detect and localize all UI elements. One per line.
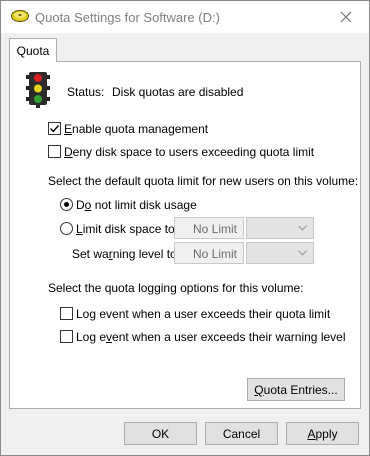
- warning-unit-combo[interactable]: [246, 242, 314, 264]
- no-limit-label[interactable]: Do not limit disk usage: [76, 198, 197, 212]
- warning-level-label: Set warning level to: [72, 247, 177, 261]
- quota-tab-panel: Status: Disk quotas are disabled Enable …: [9, 61, 361, 409]
- close-icon: [340, 11, 352, 23]
- warning-level-input[interactable]: No Limit: [174, 242, 244, 264]
- cancel-button[interactable]: Cancel: [205, 422, 278, 445]
- quota-settings-dialog: Quota Settings for Software (D:) Quota S…: [0, 0, 370, 456]
- quota-entries-button[interactable]: Quota Entries...: [247, 378, 345, 401]
- deny-space-checkbox[interactable]: [48, 145, 61, 158]
- log-limit-checkbox[interactable]: [60, 307, 73, 320]
- radio-selected-dot: [64, 202, 69, 207]
- logging-heading: Select the quota logging options for thi…: [48, 281, 304, 295]
- ok-button[interactable]: OK: [124, 422, 197, 445]
- traffic-light-icon: [26, 72, 50, 108]
- log-warning-label[interactable]: Log event when a user exceeds their warn…: [76, 330, 346, 344]
- log-limit-label[interactable]: Log event when a user exceeds their quot…: [76, 307, 330, 321]
- disk-drive-icon: [11, 10, 29, 22]
- limit-space-input[interactable]: No Limit: [174, 217, 244, 239]
- default-limit-heading: Select the default quota limit for new u…: [48, 174, 359, 188]
- deny-space-label[interactable]: Deny disk space to users exceeding quota…: [64, 145, 314, 159]
- window-title: Quota Settings for Software (D:): [35, 10, 220, 25]
- status-value: Disk quotas are disabled: [112, 85, 244, 99]
- checkmark-icon: [50, 124, 60, 133]
- status-label: Status:: [67, 85, 105, 99]
- enable-quota-checkbox[interactable]: [48, 122, 61, 135]
- tab-quota[interactable]: Quota: [9, 38, 57, 62]
- title-bar: Quota Settings for Software (D:): [1, 1, 369, 33]
- limit-space-radio[interactable]: [60, 222, 73, 235]
- limit-space-label[interactable]: Limit disk space to: [76, 222, 175, 236]
- limit-unit-combo[interactable]: [246, 217, 314, 239]
- log-warning-checkbox[interactable]: [60, 330, 73, 343]
- no-limit-radio[interactable]: [60, 198, 73, 211]
- close-button[interactable]: [323, 1, 369, 33]
- enable-quota-label[interactable]: Enable quota management: [64, 122, 208, 136]
- apply-button[interactable]: Apply: [286, 422, 359, 445]
- chevron-down-icon: [298, 225, 307, 231]
- chevron-down-icon: [298, 250, 307, 256]
